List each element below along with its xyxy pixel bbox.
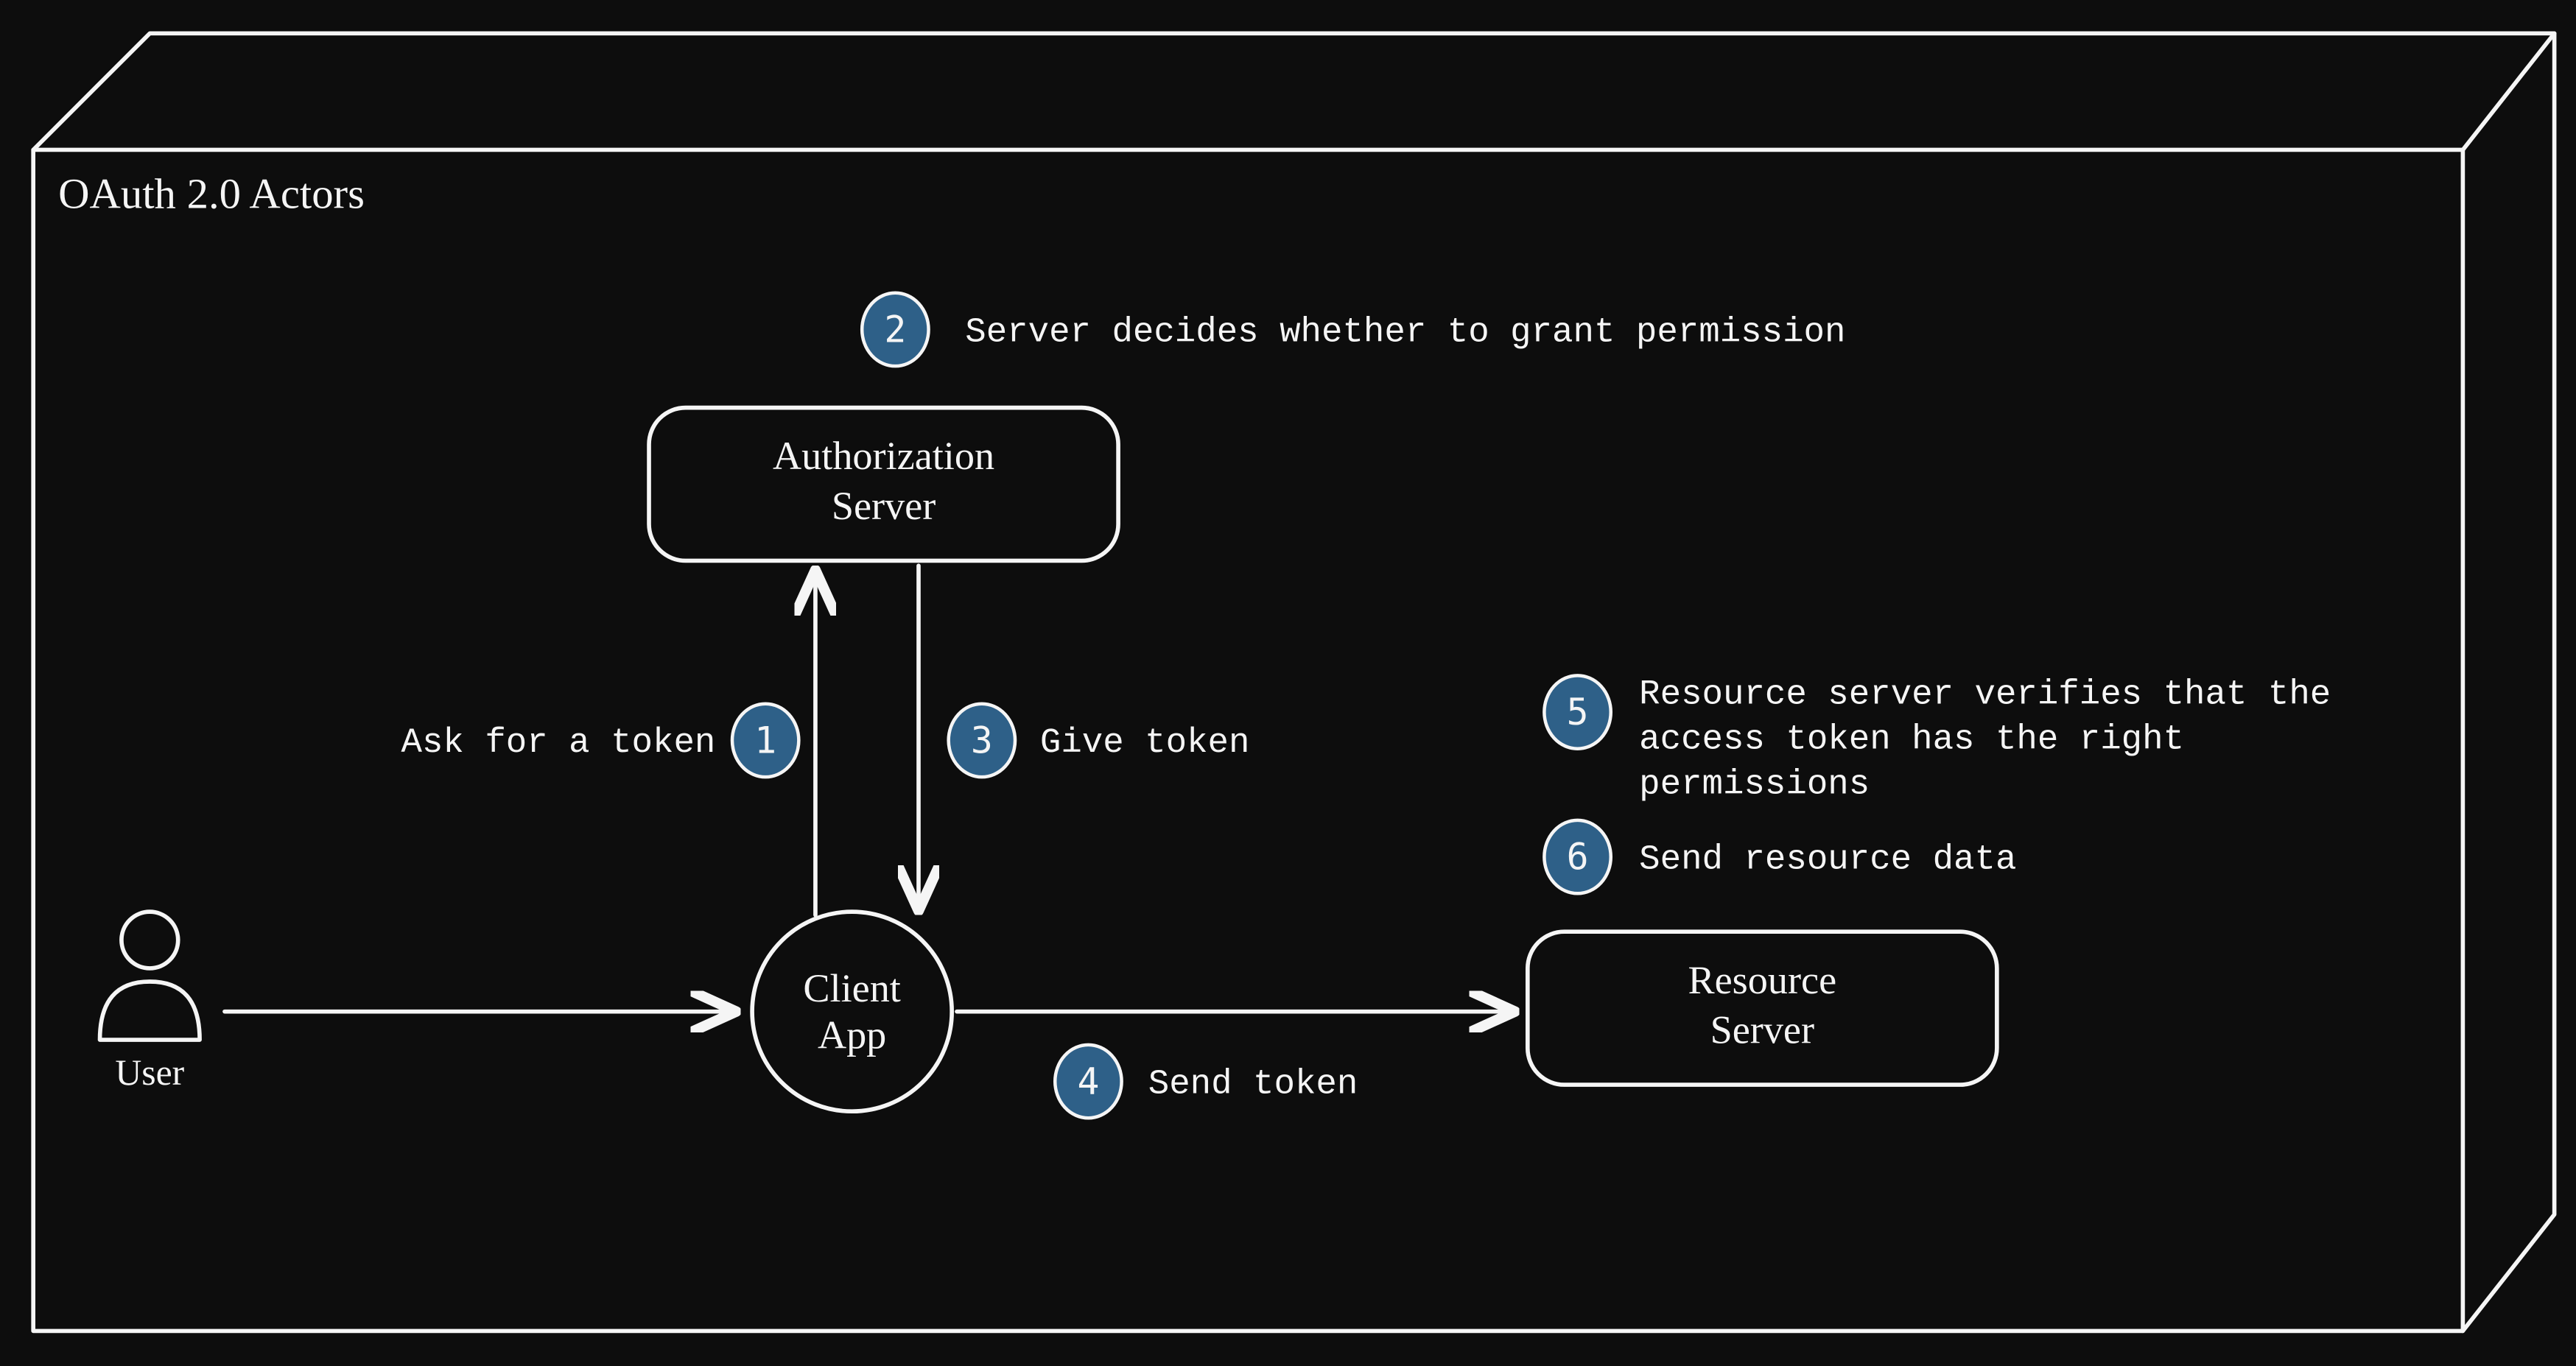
step-3: 3 Give token — [949, 704, 1250, 777]
diagram-title: OAuth 2.0 Actors — [58, 170, 365, 218]
diagram-canvas: OAuth 2.0 Actors User Client App Authori… — [0, 0, 2576, 1366]
client-label-2: App — [818, 1013, 886, 1057]
step-1-label: Ask for a token — [401, 724, 716, 763]
step-6-label: Send resource data — [1639, 840, 2016, 879]
actor-client-app: Client App — [752, 912, 952, 1111]
step-4: 4 Send token — [1055, 1045, 1358, 1118]
step-5: 5 Resource server verifies that the acce… — [1544, 675, 2331, 804]
client-label-1: Client — [803, 966, 900, 1010]
step-4-label: Send token — [1148, 1065, 1358, 1104]
step-4-num: 4 — [1077, 1060, 1099, 1103]
step-5-label-l3: permissions — [1639, 766, 1870, 805]
step-2-label: Server decides whether to grant permissi… — [965, 313, 1845, 352]
step-2: 2 Server decides whether to grant permis… — [862, 293, 1845, 366]
step-5-label-l1: Resource server verifies that the — [1639, 676, 2331, 715]
actor-resource-server: Resource Server — [1528, 932, 1997, 1085]
step-5-num: 5 — [1567, 691, 1589, 733]
step-1-num: 1 — [754, 719, 776, 761]
step-3-label: Give token — [1040, 724, 1250, 763]
user-label: User — [115, 1052, 184, 1093]
step-3-num: 3 — [971, 719, 993, 761]
step-5-label-l2: access token has the right — [1639, 721, 2184, 760]
resource-label-2: Server — [1710, 1008, 1814, 1052]
step-6-num: 6 — [1567, 836, 1589, 879]
auth-label-1: Authorization — [773, 434, 994, 478]
step-1: 1 Ask for a token — [401, 704, 799, 777]
step-2-num: 2 — [884, 308, 906, 351]
auth-label-2: Server — [832, 484, 936, 528]
actor-auth-server: Authorization Server — [649, 408, 1118, 561]
step-6: 6 Send resource data — [1544, 820, 2016, 893]
resource-label-1: Resource — [1688, 958, 1836, 1002]
actor-user: User — [100, 912, 200, 1093]
